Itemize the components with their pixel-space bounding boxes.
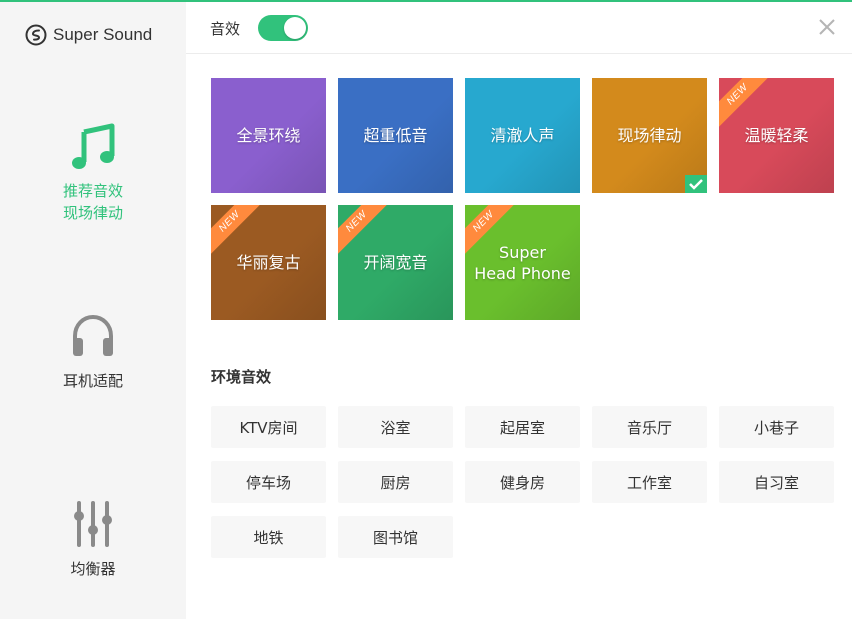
headphones-icon — [73, 314, 113, 356]
environment-effect-button[interactable]: 图书馆 — [338, 516, 453, 558]
sidebar-item-recommended-effects[interactable]: 推荐音效 现场律动 — [0, 120, 186, 224]
sidebar: Super Sound 推荐音效 现场律动 耳机适配 均衡器 — [0, 2, 186, 619]
environment-effect-button[interactable]: 地铁 — [211, 516, 326, 558]
header: 音效 — [186, 2, 852, 54]
preset-tile[interactable]: 清澈人声 — [465, 78, 580, 193]
environment-effect-button[interactable]: 自习室 — [719, 461, 834, 503]
environment-effect-button[interactable]: 厨房 — [338, 461, 453, 503]
selected-check-icon — [685, 175, 707, 193]
super-sound-logo-icon — [25, 24, 47, 46]
sidebar-item-equalizer[interactable]: 均衡器 — [0, 500, 186, 580]
environment-effect-button[interactable]: 小巷子 — [719, 406, 834, 448]
environment-effect-button[interactable]: 工作室 — [592, 461, 707, 503]
environment-effect-button[interactable]: KTV房间 — [211, 406, 326, 448]
close-icon[interactable] — [818, 18, 836, 36]
sidebar-item-headphone-fit[interactable]: 耳机适配 — [0, 312, 186, 392]
equalizer-icon — [74, 501, 112, 547]
environment-effect-button[interactable]: 浴室 — [338, 406, 453, 448]
sidebar-item-label: 耳机适配 — [62, 372, 123, 390]
sound-effect-label: 音效 — [210, 20, 241, 38]
preset-tile-label: 超重低音 — [363, 126, 428, 145]
environment-effect-button[interactable]: 健身房 — [465, 461, 580, 503]
sidebar-item-label: 推荐音效 — [62, 182, 123, 200]
sound-effect-toggle[interactable] — [258, 15, 308, 41]
brand: Super Sound — [25, 24, 152, 46]
preset-tile-label: 全景环绕 — [236, 126, 301, 145]
preset-tile[interactable]: 开阔宽音 NEW — [338, 205, 453, 320]
preset-tile-label: 清澈人声 — [490, 126, 555, 145]
brand-name: Super Sound — [53, 25, 153, 44]
environment-section-title: 环境音效 — [211, 368, 272, 386]
preset-tile[interactable]: 超重低音 — [338, 78, 453, 193]
toggle-knob — [284, 17, 306, 39]
sidebar-item-sublabel: 现场律动 — [62, 204, 123, 222]
environment-effect-button[interactable]: 停车场 — [211, 461, 326, 503]
preset-grid: 全景环绕 超重低音 清澈人声 现场律动 温暖轻柔 NEW 华丽复古 NEW 开阔宽音 NEW Sup… — [211, 78, 834, 322]
environment-effect-button[interactable]: 音乐厅 — [592, 406, 707, 448]
preset-tile[interactable]: Super Head Phone NEW — [465, 205, 580, 320]
preset-tile[interactable]: 现场律动 — [592, 78, 707, 193]
preset-tile[interactable]: 温暖轻柔 NEW — [719, 78, 834, 193]
preset-tile[interactable]: 华丽复古 NEW — [211, 205, 326, 320]
music-note-icon — [72, 123, 115, 169]
preset-tile[interactable]: 全景环绕 — [211, 78, 326, 193]
sidebar-item-label: 均衡器 — [70, 560, 116, 578]
environment-effect-button[interactable]: 起居室 — [465, 406, 580, 448]
